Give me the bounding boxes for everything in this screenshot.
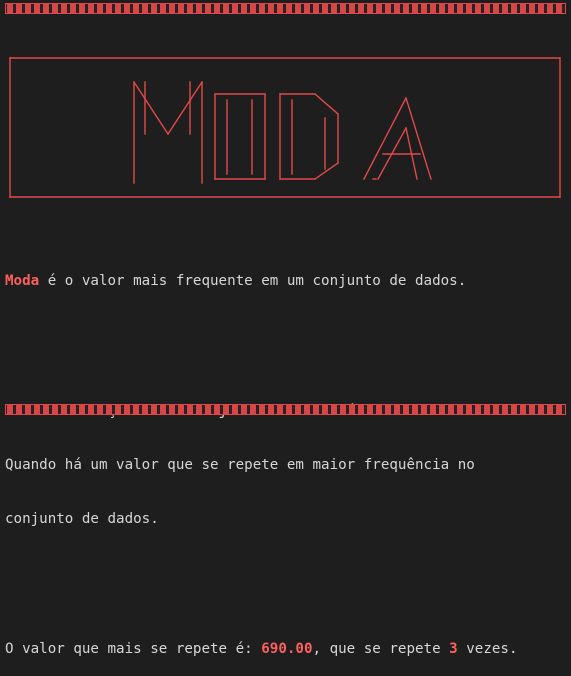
result-count: 3 <box>449 641 458 657</box>
result-suffix: vezes. <box>457 641 518 657</box>
result-middle: , que se repete <box>312 641 450 657</box>
definition-term: Moda <box>5 273 40 289</box>
result-value: 690.00 <box>261 641 313 657</box>
result-prefix: O valor que mais se repete é: <box>5 641 262 657</box>
top-border-bar <box>5 3 566 14</box>
content-area: Moda é o valor mais frequente em um conj… <box>5 236 561 676</box>
banner <box>8 56 562 198</box>
explanation-line-2: conjunto de dados. <box>5 511 159 527</box>
explanation-line-1: Quando há um valor que se repete em maio… <box>5 457 475 473</box>
definition-text: é o valor mais frequente em um conjunto … <box>39 273 467 289</box>
definition-line: Moda é o valor mais frequente em um conj… <box>5 272 561 290</box>
result-line: O valor que mais se repete é: 690.00, qu… <box>5 640 561 658</box>
bottom-border-bar <box>5 404 566 415</box>
ascii-banner-art <box>9 57 561 198</box>
